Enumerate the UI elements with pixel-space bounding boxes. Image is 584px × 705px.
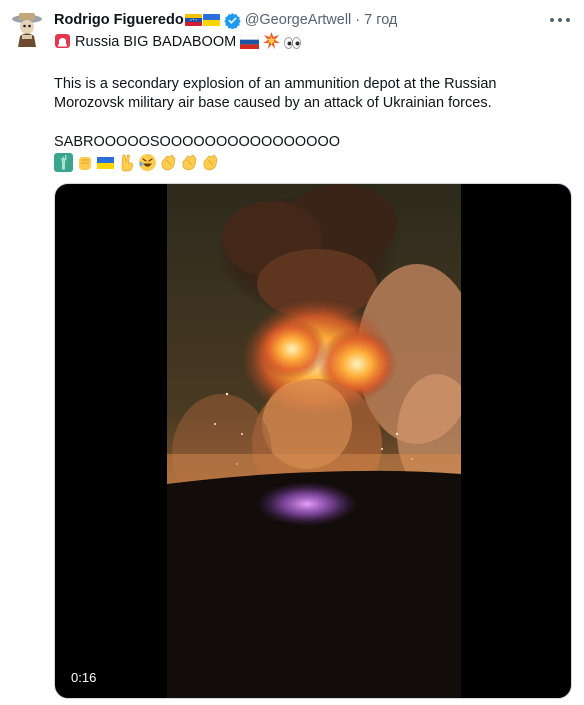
verified-badge-icon <box>223 12 241 29</box>
tweet-body-line-3: SABROOOOOSOOOOOOOOOOOOOOOO <box>54 134 341 150</box>
tweet-title-text: Russia BIG BADABOOM <box>75 34 237 50</box>
video-frame <box>167 184 461 698</box>
raised-fist-icon <box>79 156 91 170</box>
tweet-title-line: Russia BIG BADABOOM <box>54 32 302 52</box>
russia-flag-icon <box>240 35 260 49</box>
tweet-header: Rodrigo Figueredo @GeorgeArtwell · 7 год <box>54 10 397 30</box>
ukraine-flag-icon <box>202 14 220 26</box>
display-name[interactable]: Rodrigo Figueredo <box>54 12 184 28</box>
clapping-hands-icon <box>182 154 197 170</box>
rolling-laughing-icon <box>139 153 156 171</box>
siren-icon <box>55 34 70 48</box>
emoji-row <box>54 152 220 172</box>
collision-icon <box>263 32 281 49</box>
statue-of-liberty-icon <box>54 152 73 172</box>
clapping-hands-icon <box>203 154 218 170</box>
avatar[interactable] <box>10 10 44 48</box>
clapping-hands-icon <box>161 154 176 170</box>
tweet-body-line-2: Morozovsk military air base caused by an… <box>54 95 492 111</box>
tweet-body-line-1: This is a secondary explosion of an ammu… <box>54 76 497 92</box>
ukraine-flag-icon <box>97 156 114 169</box>
tweet[interactable]: Rodrigo Figueredo @GeorgeArtwell · 7 год… <box>0 0 584 705</box>
eyes-icon <box>284 37 302 49</box>
video-player[interactable]: 0:16 <box>54 183 572 699</box>
timestamp[interactable]: 7 год <box>364 12 397 28</box>
user-handle[interactable]: @GeorgeArtwell <box>245 12 352 28</box>
video-duration: 0:16 <box>71 670 97 685</box>
more-options-icon[interactable] <box>550 12 570 28</box>
separator-dot: · <box>355 12 361 28</box>
venezuela-flag-icon <box>184 14 202 26</box>
victory-hand-icon <box>121 154 133 171</box>
